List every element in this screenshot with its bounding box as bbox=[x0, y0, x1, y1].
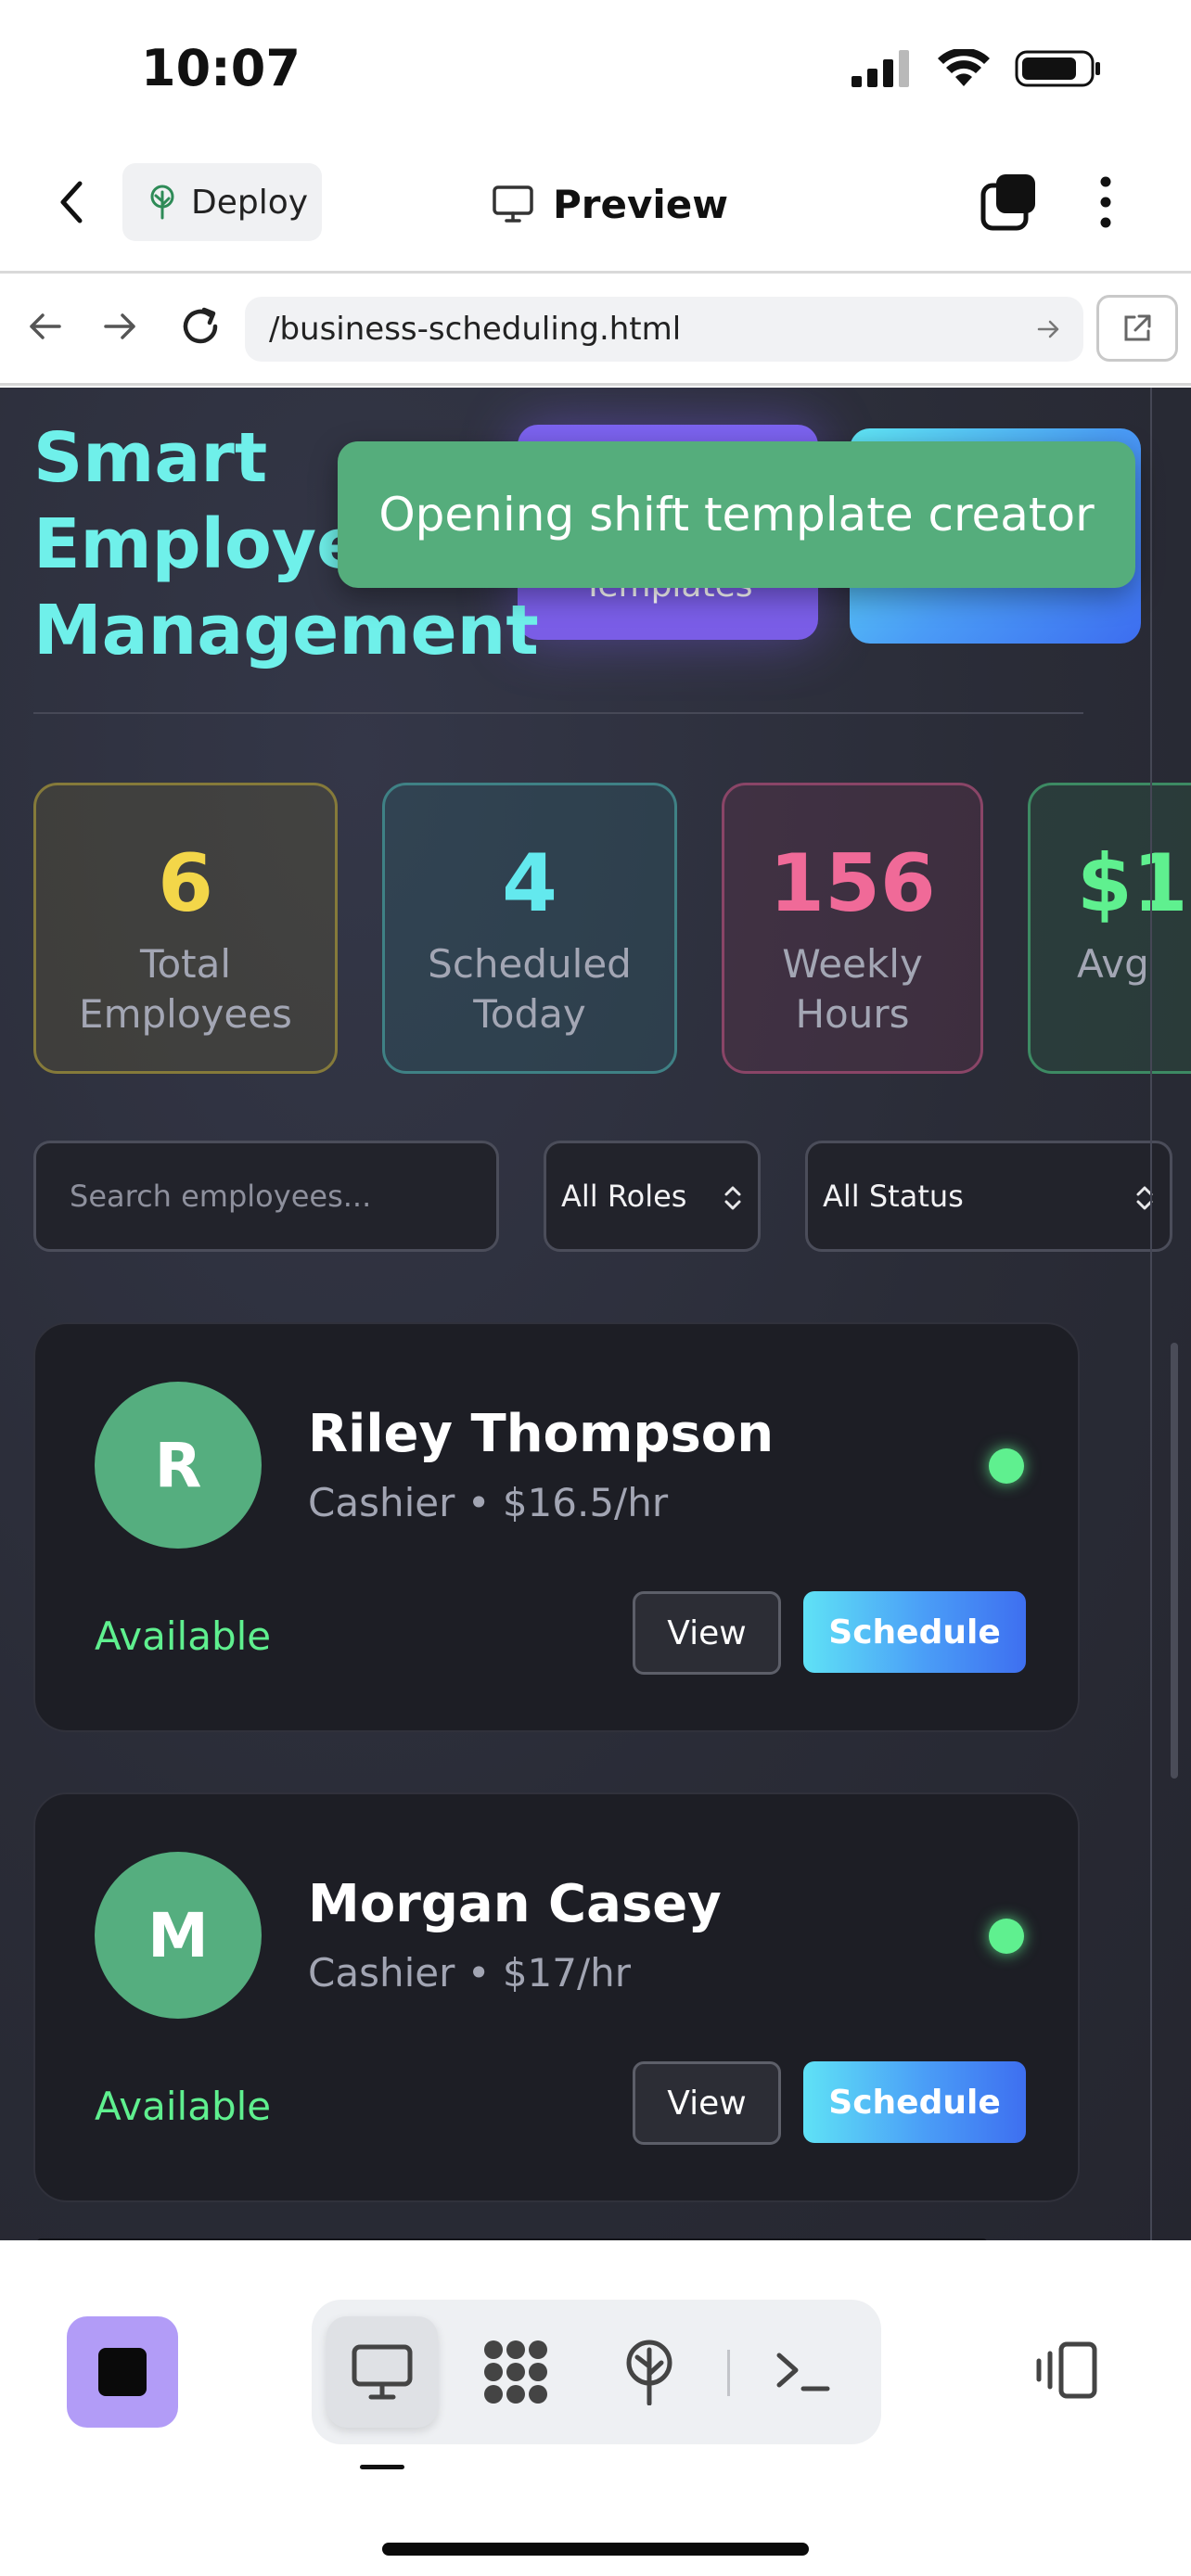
url-text: /business-scheduling.html bbox=[269, 311, 682, 348]
stat-label: Total Employees bbox=[79, 939, 292, 1039]
view-button[interactable]: View bbox=[633, 2061, 781, 2145]
browser-back-button[interactable] bbox=[26, 308, 63, 349]
deploy-label: Deploy bbox=[191, 183, 309, 222]
availability-status: Available bbox=[95, 1613, 272, 1659]
stat-card-scheduled-today: 4 Scheduled Today bbox=[382, 783, 677, 1074]
panel-icon bbox=[1036, 2341, 1097, 2399]
stop-button[interactable] bbox=[67, 2316, 178, 2428]
roles-select[interactable]: All Roles bbox=[544, 1141, 761, 1252]
go-arrow-icon[interactable] bbox=[1035, 315, 1063, 343]
separator bbox=[727, 2350, 730, 2396]
employee-name: Morgan Casey bbox=[308, 1874, 722, 1934]
deploy-tool-button[interactable] bbox=[594, 2316, 705, 2428]
bottom-dock bbox=[0, 2240, 1191, 2576]
stat-label-line: Employees bbox=[79, 991, 292, 1037]
web-viewport: Templates Smart Employee Management Open… bbox=[0, 388, 1191, 2240]
battery-icon bbox=[1015, 50, 1100, 87]
avatar: M bbox=[95, 1852, 262, 2019]
view-button[interactable]: View bbox=[633, 1591, 781, 1675]
browser-forward-button[interactable] bbox=[102, 308, 139, 349]
status-icons bbox=[852, 48, 1102, 89]
more-vertical-icon bbox=[1100, 176, 1111, 228]
terminal-icon bbox=[776, 2353, 830, 2391]
status-bar: 10:07 bbox=[0, 0, 1191, 139]
availability-status: Available bbox=[95, 2084, 272, 2129]
stat-label-line: Total bbox=[139, 941, 232, 987]
grid-tool-button[interactable] bbox=[460, 2316, 571, 2428]
monitor-icon bbox=[352, 2344, 413, 2400]
more-button[interactable] bbox=[1095, 172, 1117, 236]
online-status-dot bbox=[989, 1448, 1024, 1484]
search-placeholder: Search employees... bbox=[70, 1179, 372, 1214]
employee-role-rate: Cashier • $16.5/hr bbox=[308, 1480, 669, 1525]
employee-card: R Riley Thompson Cashier • $16.5/hr Avai… bbox=[33, 1322, 1080, 1732]
page-title-line: Management bbox=[33, 591, 539, 670]
back-icon bbox=[60, 181, 83, 223]
monitor-icon bbox=[493, 185, 533, 223]
stat-card-weekly-hours: 156 Weekly Hours bbox=[722, 783, 983, 1074]
stat-value: $1 bbox=[1077, 837, 1188, 930]
preview-tool-button[interactable] bbox=[327, 2316, 438, 2428]
stat-value: 156 bbox=[769, 837, 936, 930]
panel-toggle-button[interactable] bbox=[1035, 2340, 1100, 2404]
online-status-dot bbox=[989, 1919, 1024, 1954]
employee-role-rate: Cashier • $17/hr bbox=[308, 1950, 632, 1996]
external-link-icon bbox=[1124, 314, 1151, 341]
nav-back-icon bbox=[30, 313, 61, 339]
preview-label: Preview bbox=[553, 181, 729, 227]
nav-forward-icon bbox=[104, 313, 135, 339]
url-field[interactable]: /business-scheduling.html bbox=[245, 297, 1083, 362]
schedule-button[interactable]: Schedule bbox=[803, 1591, 1026, 1673]
viewport-edge bbox=[1150, 388, 1152, 2240]
employee-name: Riley Thompson bbox=[308, 1404, 775, 1464]
tabs-button[interactable] bbox=[980, 172, 1039, 236]
status-select[interactable]: All Status bbox=[805, 1141, 1172, 1252]
tool-group bbox=[312, 2300, 881, 2444]
stat-value: 4 bbox=[502, 837, 557, 930]
employee-card: M Morgan Casey Cashier • $17/hr Availabl… bbox=[33, 1792, 1080, 2202]
reload-button[interactable] bbox=[178, 304, 223, 352]
wifi-icon bbox=[938, 49, 990, 86]
stop-icon bbox=[98, 2348, 147, 2396]
preview-title: Preview bbox=[492, 167, 728, 241]
search-input[interactable]: Search employees... bbox=[33, 1141, 499, 1252]
back-button[interactable] bbox=[58, 174, 104, 230]
home-indicator bbox=[382, 2543, 809, 2556]
toast-notification: Opening shift template creator bbox=[338, 441, 1135, 588]
roles-select-value: All Roles bbox=[561, 1179, 687, 1214]
deploy-tree-icon bbox=[150, 185, 174, 220]
chevron-updown-icon bbox=[724, 1186, 741, 1210]
terminal-tool-button[interactable] bbox=[748, 2316, 859, 2428]
stat-value: 6 bbox=[158, 837, 213, 930]
vertical-scrollbar[interactable] bbox=[1171, 1343, 1178, 1779]
tabs-icon bbox=[980, 174, 1035, 231]
open-external-button[interactable] bbox=[1096, 295, 1178, 362]
toast-message: Opening shift template creator bbox=[378, 488, 1095, 542]
stat-label-line: Hours bbox=[795, 991, 910, 1037]
stat-card-average: $1 Avg bbox=[1028, 783, 1191, 1074]
divider bbox=[33, 712, 1083, 714]
browser-toolbar: /business-scheduling.html bbox=[0, 276, 1191, 386]
stat-label-line: Today bbox=[473, 991, 586, 1037]
active-tab-indicator bbox=[360, 2465, 404, 2469]
deploy-button[interactable]: Deploy bbox=[122, 163, 322, 241]
app-bar: Deploy Preview bbox=[0, 139, 1191, 274]
schedule-button[interactable]: Schedule bbox=[803, 2061, 1026, 2143]
stat-label-line: Scheduled bbox=[428, 941, 632, 987]
stat-label-line: Weekly bbox=[782, 941, 923, 987]
status-time: 10:07 bbox=[141, 39, 301, 97]
status-select-value: All Status bbox=[823, 1179, 964, 1214]
signal-icon bbox=[852, 50, 909, 87]
reload-icon bbox=[183, 307, 218, 344]
stat-label: Weekly Hours bbox=[782, 939, 923, 1039]
avatar: R bbox=[95, 1382, 262, 1549]
stat-card-total-employees: 6 Total Employees bbox=[33, 783, 338, 1074]
stat-label: Scheduled Today bbox=[428, 939, 632, 1039]
stat-label: Avg bbox=[1077, 939, 1149, 989]
deploy-tree-icon bbox=[626, 2340, 672, 2405]
stat-label-line: Avg bbox=[1077, 941, 1149, 987]
grid-icon bbox=[484, 2340, 547, 2404]
